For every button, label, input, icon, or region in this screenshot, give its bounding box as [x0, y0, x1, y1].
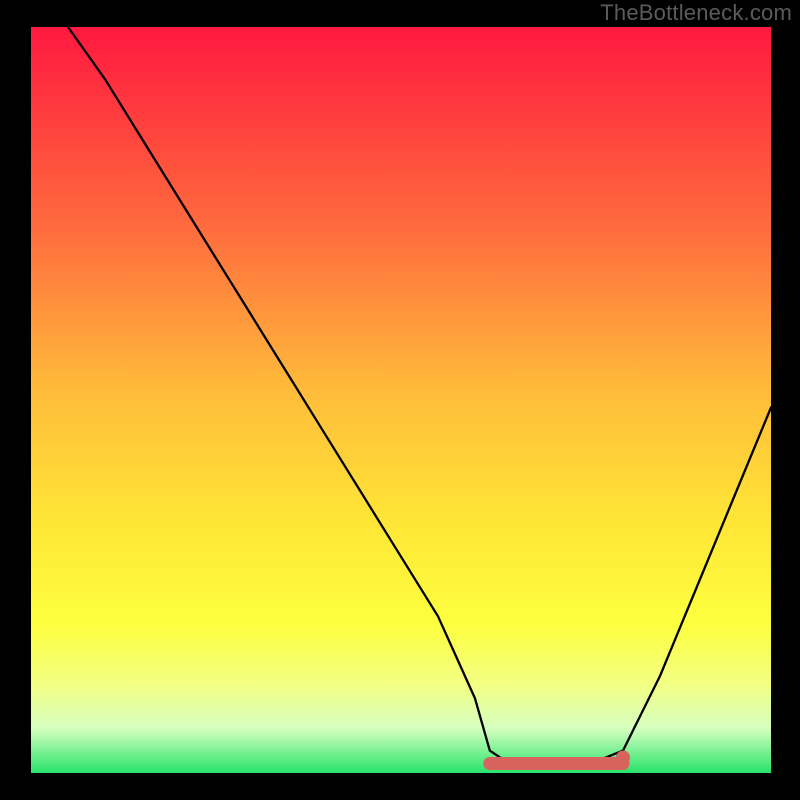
watermark-text: TheBottleneck.com: [600, 0, 792, 26]
sweet-spot-endpoint: [616, 751, 630, 765]
chart-container: TheBottleneck.com: [0, 0, 800, 800]
chart-svg: [0, 0, 800, 800]
